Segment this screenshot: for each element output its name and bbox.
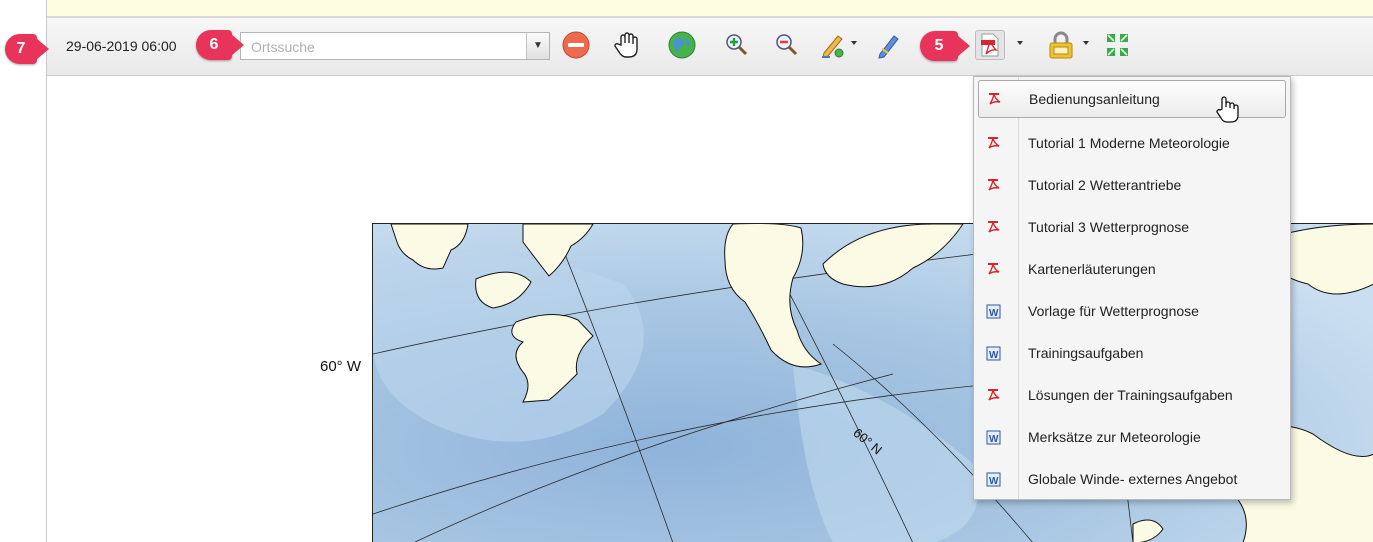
callout-badge-5: 5 (920, 31, 970, 61)
location-search-combo[interactable]: ▼ (240, 32, 550, 60)
callout-badge-6: 6 (196, 30, 244, 60)
menu-item-label: Globale Winde- externes Angebot (1028, 471, 1238, 487)
globe-icon (668, 31, 696, 59)
chevron-down-icon[interactable]: ▼ (526, 33, 549, 59)
pdf-icon (988, 179, 1000, 191)
menu-item-globale-winde[interactable]: W Globale Winde- externes Angebot (978, 461, 1286, 499)
zoom-in-icon (726, 34, 748, 56)
menu-item-kartenerlaeuterungen[interactable]: Kartenerläuterungen (978, 251, 1286, 289)
minus-circle-icon (562, 31, 590, 59)
pencil-shape-icon (822, 35, 844, 58)
documents-dropdown-caret[interactable] (1017, 41, 1023, 45)
word-icon: W (986, 472, 1001, 487)
lock-dropdown-caret[interactable] (1083, 41, 1089, 45)
draw-dropdown-caret[interactable] (851, 41, 857, 45)
menu-item-label: Tutorial 2 Wetterantriebe (1028, 177, 1182, 193)
word-icon: W (986, 304, 1001, 319)
lock-button[interactable] (1043, 30, 1079, 60)
pdf-icon (988, 389, 1000, 401)
hand-pointer-icon (1216, 96, 1239, 123)
pdf-icon (988, 137, 1000, 149)
zoom-out-icon (776, 34, 798, 56)
menu-item-trainingsaufgaben[interactable]: W Trainingsaufgaben (978, 335, 1286, 373)
menu-item-vorlage-wetterprognose[interactable]: W Vorlage für Wetterprognose (978, 293, 1286, 331)
menu-item-label: Trainingsaufgaben (1028, 345, 1144, 361)
pdf-icon (988, 221, 1000, 233)
callout-badge-7: 7 (5, 34, 49, 64)
location-search-input[interactable] (249, 36, 523, 58)
remove-button[interactable] (561, 30, 591, 60)
menu-item-label: Kartenerläuterungen (1028, 261, 1156, 277)
measure-button[interactable] (870, 30, 906, 60)
menu-item-label: Tutorial 1 Moderne Meteorologie (1028, 135, 1230, 151)
pdf-icon (988, 263, 1000, 275)
menu-item-tutorial-3[interactable]: Tutorial 3 Wetterprognose (978, 209, 1286, 247)
menu-item-label: Bedienungsanleitung (1029, 91, 1160, 107)
panel-border (46, 0, 47, 542)
menu-item-merksaetze[interactable]: W Merksätze zur Meteorologie (978, 419, 1286, 457)
documents-button[interactable] (975, 30, 1005, 60)
menu-item-label: Vorlage für Wetterprognose (1028, 303, 1199, 319)
lock-icon (1049, 31, 1073, 59)
menu-item-label: Tutorial 3 Wetterprognose (1028, 219, 1190, 235)
fullscreen-button[interactable] (1103, 30, 1133, 60)
top-strip (47, 0, 1373, 18)
word-icon: W (986, 346, 1001, 361)
arrows-expand-icon (1107, 34, 1128, 56)
menu-item-tutorial-1[interactable]: Tutorial 1 Moderne Meteorologie (978, 125, 1286, 163)
longitude-label: 60° W (320, 358, 362, 375)
datetime-label: 29-06-2019 06:00 (66, 38, 177, 54)
documents-menu: Bedienungsanleitung Tutorial 1 Moderne M… (973, 76, 1291, 500)
svg-text:W: W (989, 476, 999, 487)
pdf-icon (989, 93, 1001, 105)
svg-text:W: W (989, 434, 999, 445)
menu-item-label: Lösungen der Trainingsaufgaben (1028, 387, 1233, 403)
zoom-in-button[interactable] (721, 30, 751, 60)
pdf-icon (981, 33, 999, 57)
draw-button[interactable] (818, 30, 848, 60)
pencil-icon (878, 35, 899, 59)
word-icon: W (986, 430, 1001, 445)
menu-item-label: Merksätze zur Meteorologie (1028, 429, 1201, 445)
menu-item-loesungen[interactable]: Lösungen der Trainingsaufgaben (978, 377, 1286, 415)
menu-item-tutorial-2[interactable]: Tutorial 2 Wetterantriebe (978, 167, 1286, 205)
zoom-out-button[interactable] (771, 30, 801, 60)
pan-button[interactable] (612, 30, 642, 60)
svg-text:W: W (989, 350, 999, 361)
svg-text:W: W (989, 308, 999, 319)
full-extent-button[interactable] (667, 30, 697, 60)
hand-icon (614, 32, 638, 58)
